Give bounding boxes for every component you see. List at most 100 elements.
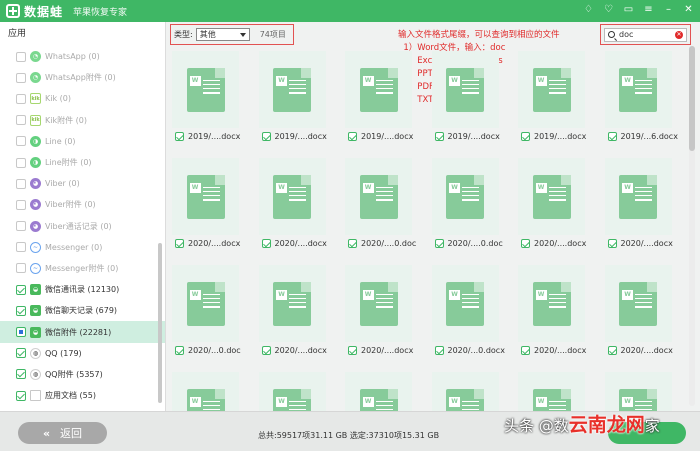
file-thumbnail[interactable]: W [172, 51, 239, 128]
file-thumbnail[interactable]: W [258, 51, 326, 128]
file-thumbnail[interactable]: W [518, 158, 585, 235]
file-checkbox[interactable] [175, 239, 184, 248]
sidebar-item[interactable]: ◕ Viber通话记录 (0) [0, 216, 165, 237]
file-checkbox[interactable] [434, 132, 444, 141]
file-thumbnail[interactable]: W [258, 372, 326, 411]
sidebar-item[interactable]: ◔ WhatsApp附件 (0) [0, 67, 165, 88]
file-tile[interactable]: W 2019/....docx [256, 46, 327, 141]
file-tile[interactable]: W 2020/....docx [602, 260, 673, 355]
file-tile[interactable]: W [515, 367, 585, 411]
sidebar-item-checkbox[interactable] [16, 221, 26, 232]
file-tile[interactable]: W 2020/...0.doc [169, 260, 241, 355]
file-thumbnail[interactable]: W [604, 372, 672, 411]
file-tile[interactable]: W [342, 367, 412, 411]
file-thumbnail[interactable]: W [172, 265, 239, 342]
file-tile[interactable]: W 2020/....docx [342, 260, 413, 355]
file-tile[interactable]: W 2020/....docx [256, 153, 327, 248]
file-tile[interactable]: W 2020/....docx [515, 153, 586, 248]
file-thumbnail[interactable]: W [431, 158, 499, 235]
file-tile[interactable]: W [256, 367, 326, 411]
sidebar-item-checkbox[interactable] [16, 115, 26, 126]
sidebar-item[interactable]: ◔ WhatsApp (0) [0, 46, 165, 67]
file-checkbox[interactable] [607, 346, 617, 355]
sidebar-item-checkbox[interactable] [16, 242, 26, 253]
sidebar-item-checkbox[interactable] [16, 93, 26, 104]
file-checkbox[interactable] [175, 132, 184, 141]
file-thumbnail[interactable]: W [604, 51, 672, 128]
heart-icon[interactable]: ♡ [603, 4, 614, 15]
chat-icon[interactable]: ▭ [623, 4, 634, 15]
file-checkbox[interactable] [261, 132, 271, 141]
sidebar-item-checkbox[interactable] [16, 72, 26, 83]
sidebar-item[interactable]: ◒ 微信聊天记录 (679) [0, 300, 165, 321]
sidebar-item[interactable]: ◑ Line附件 (0) [0, 152, 165, 173]
minimize-icon[interactable]: – [663, 4, 674, 15]
file-checkbox[interactable] [261, 346, 271, 355]
diamond-icon[interactable]: ♢ [583, 4, 594, 15]
sidebar-item[interactable]: kik Kik (0) [0, 88, 165, 109]
sidebar-item-checkbox[interactable] [16, 157, 26, 168]
file-checkbox[interactable] [607, 239, 617, 248]
file-thumbnail[interactable]: W [431, 265, 499, 342]
file-tile[interactable]: W [429, 367, 499, 411]
search-input[interactable]: doc ✕ [604, 27, 687, 42]
file-checkbox[interactable] [521, 239, 530, 248]
file-thumbnail[interactable]: W [258, 158, 326, 235]
sidebar-item[interactable]: ◒ 微信附件 (22281) [0, 321, 165, 343]
file-tile[interactable]: W 2019/....docx [342, 46, 413, 141]
file-thumbnail[interactable]: W [431, 51, 499, 128]
back-button[interactable]: « 返回 [18, 422, 107, 444]
file-thumbnail[interactable]: W [604, 265, 672, 342]
file-thumbnail[interactable]: W [345, 51, 412, 128]
sidebar-item[interactable]: kik Kik附件 (0) [0, 110, 165, 131]
file-thumbnail[interactable]: W [345, 265, 412, 342]
file-tile[interactable]: W 2020/...0.docx [429, 260, 505, 355]
file-tile[interactable]: W [169, 367, 239, 411]
file-thumbnail[interactable]: W [258, 265, 326, 342]
sidebar-item[interactable]: ◍ QQ附件 (5357) [0, 364, 165, 385]
sidebar-item-checkbox[interactable] [16, 369, 26, 380]
sidebar-item-checkbox[interactable] [16, 51, 26, 62]
sidebar-item[interactable]: ◕ Viber附件 (0) [0, 194, 165, 215]
menu-icon[interactable]: ≡ [643, 4, 654, 15]
file-thumbnail[interactable]: W [431, 372, 499, 411]
file-thumbnail[interactable]: W [604, 158, 672, 235]
file-checkbox[interactable] [348, 132, 357, 141]
file-checkbox[interactable] [521, 132, 530, 141]
sidebar-item[interactable]: ◕ Viber (0) [0, 173, 165, 194]
sidebar-item-checkbox[interactable] [16, 284, 26, 295]
sidebar-item-checkbox[interactable] [16, 327, 26, 338]
file-checkbox[interactable] [348, 346, 357, 355]
file-tile[interactable]: W [602, 367, 672, 411]
sidebar-item[interactable]: ◒ 微信通讯录 (12130) [0, 279, 165, 300]
sidebar-item-checkbox[interactable] [16, 199, 26, 210]
file-checkbox[interactable] [348, 239, 357, 248]
type-select[interactable]: 其他 [195, 28, 250, 41]
file-tile[interactable]: W 2020/....docx [515, 260, 586, 355]
file-thumbnail[interactable]: W [172, 372, 239, 411]
file-checkbox[interactable] [434, 346, 444, 355]
sidebar-item-checkbox[interactable] [16, 348, 26, 359]
sidebar-item[interactable]: ◑ Line (0) [0, 131, 165, 152]
sidebar-item-checkbox[interactable] [16, 263, 26, 274]
sidebar-item[interactable]: ~ Messenger (0) [0, 237, 165, 258]
sidebar-item[interactable]: ~ Messenger附件 (0) [0, 258, 165, 279]
grid-scrollbar-thumb[interactable] [689, 46, 695, 151]
sidebar-item[interactable]: 应用文档 (55) [0, 385, 165, 406]
file-tile[interactable]: W 2020/....docx [169, 153, 240, 248]
file-checkbox[interactable] [261, 239, 271, 248]
file-tile[interactable]: W 2019/...6.docx [602, 46, 678, 141]
file-tile[interactable]: W 2020/....0.doc [429, 153, 503, 248]
file-checkbox[interactable] [434, 239, 444, 248]
file-tile[interactable]: W 2020/....docx [256, 260, 327, 355]
clear-search-icon[interactable]: ✕ [675, 30, 683, 39]
file-tile[interactable]: W 2019/....docx [169, 46, 240, 141]
sidebar-item-checkbox[interactable] [16, 305, 26, 316]
sidebar-item[interactable]: ◍ QQ (179) [0, 343, 165, 364]
file-thumbnail[interactable]: W [345, 372, 412, 411]
file-thumbnail[interactable]: W [172, 158, 239, 235]
file-tile[interactable]: W 2020/....docx [602, 153, 673, 248]
sidebar-scrollbar[interactable] [158, 243, 162, 403]
file-tile[interactable]: W 2020/....0.doc [342, 153, 416, 248]
file-tile[interactable]: W 2019/....docx [515, 46, 586, 141]
